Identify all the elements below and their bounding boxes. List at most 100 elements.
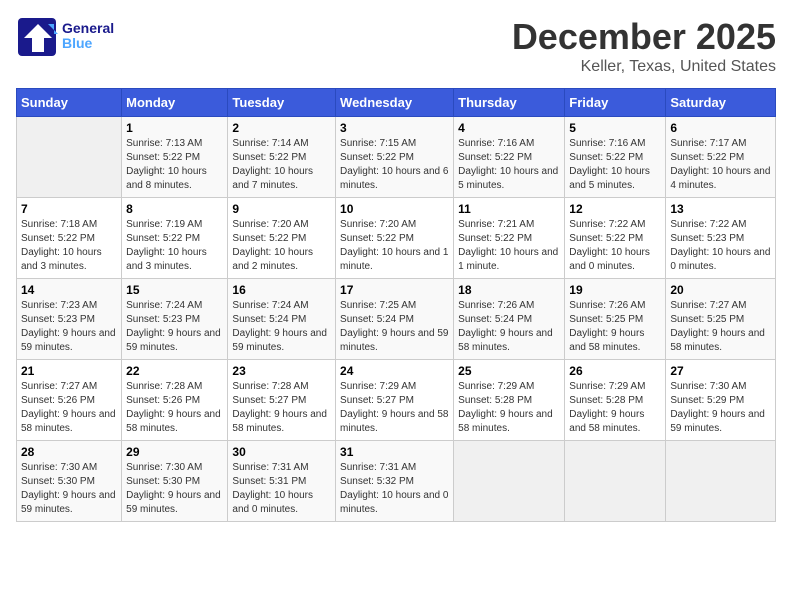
week-row-5: 28 Sunrise: 7:30 AMSunset: 5:30 PMDayligh… [17,441,776,522]
day-number: 10 [340,202,449,216]
day-number: 31 [340,445,449,459]
header-thursday: Thursday [454,89,565,117]
day-cell: 22Sunrise: 7:28 AMSunset: 5:26 PMDayligh… [122,360,228,441]
day-info: Sunrise: 7:19 AMSunset: 5:22 PMDaylight:… [126,218,223,274]
day-info: Sunrise: 7:29 AMSunset: 5:28 PMDaylight:… [458,380,560,436]
day-info: Sunrise: 7:29 AMSunset: 5:28 PMDaylight:… [569,380,661,436]
day-number: 12 [569,202,661,216]
header-friday: Friday [565,89,666,117]
day-cell: 28 Sunrise: 7:30 AMSunset: 5:30 PMDayligh… [17,441,122,522]
day-info: Sunrise: 7:22 AMSunset: 5:22 PMDaylight:… [569,218,661,274]
day-cell: 9 Sunrise: 7:20 AMSunset: 5:22 PMDaylight… [228,198,336,279]
day-cell: 7Sunrise: 7:18 AMSunset: 5:22 PMDaylight… [17,198,122,279]
page-header: General Blue December 2025 Keller, Texas… [16,16,776,76]
day-number: 26 [569,364,661,378]
calendar-table: SundayMondayTuesdayWednesdayThursdayFrid… [16,88,776,522]
day-cell: 19 Sunrise: 7:26 AMSunset: 5:25 PMDayligh… [565,279,666,360]
day-info: Sunrise: 7:29 AMSunset: 5:27 PMDaylight:… [340,380,449,436]
day-cell: 5Sunrise: 7:16 AMSunset: 5:22 PMDaylight… [565,117,666,198]
day-info: Sunrise: 7:26 AMSunset: 5:25 PMDaylight:… [569,299,661,355]
day-info: Sunrise: 7:13 AMSunset: 5:22 PMDaylight:… [126,137,223,193]
day-number: 13 [670,202,771,216]
day-info: Sunrise: 7:30 AMSunset: 5:30 PMDaylight:… [21,461,117,517]
day-cell: 12 Sunrise: 7:22 AMSunset: 5:22 PMDayligh… [565,198,666,279]
day-cell: 17 Sunrise: 7:25 AMSunset: 5:24 PMDayligh… [336,279,454,360]
day-number: 9 [232,202,331,216]
day-info: Sunrise: 7:28 AMSunset: 5:27 PMDaylight:… [232,380,331,436]
day-cell: 25 Sunrise: 7:29 AMSunset: 5:28 PMDayligh… [454,360,565,441]
day-number: 16 [232,283,331,297]
day-cell: 29Sunrise: 7:30 AMSunset: 5:30 PMDayligh… [122,441,228,522]
day-info: Sunrise: 7:27 AMSunset: 5:26 PMDaylight:… [21,380,117,436]
day-info: Sunrise: 7:17 AMSunset: 5:22 PMDaylight:… [670,137,771,193]
header-sunday: Sunday [17,89,122,117]
day-cell [565,441,666,522]
day-number: 18 [458,283,560,297]
day-number: 24 [340,364,449,378]
day-number: 15 [126,283,223,297]
day-info: Sunrise: 7:15 AMSunset: 5:22 PMDaylight:… [340,137,449,193]
day-cell [17,117,122,198]
day-number: 2 [232,121,331,135]
day-cell: 15 Sunrise: 7:24 AMSunset: 5:23 PMDayligh… [122,279,228,360]
day-info: Sunrise: 7:27 AMSunset: 5:25 PMDaylight:… [670,299,771,355]
day-cell: 20Sunrise: 7:27 AMSunset: 5:25 PMDayligh… [666,279,776,360]
day-number: 23 [232,364,331,378]
day-cell [666,441,776,522]
day-cell: 8Sunrise: 7:19 AMSunset: 5:22 PMDaylight… [122,198,228,279]
day-number: 11 [458,202,560,216]
header-monday: Monday [122,89,228,117]
day-number: 17 [340,283,449,297]
subtitle: Keller, Texas, United States [512,58,776,76]
day-cell: 23 Sunrise: 7:28 AMSunset: 5:27 PMDayligh… [228,360,336,441]
day-info: Sunrise: 7:22 AMSunset: 5:23 PMDaylight:… [670,218,771,274]
day-cell: 6 Sunrise: 7:17 AMSunset: 5:22 PMDaylight… [666,117,776,198]
day-number: 27 [670,364,771,378]
day-number: 19 [569,283,661,297]
day-info: Sunrise: 7:23 AMSunset: 5:23 PMDaylight:… [21,299,117,355]
day-info: Sunrise: 7:25 AMSunset: 5:24 PMDaylight:… [340,299,449,355]
day-cell: 10 Sunrise: 7:20 AMSunset: 5:22 PMDayligh… [336,198,454,279]
day-info: Sunrise: 7:26 AMSunset: 5:24 PMDaylight:… [458,299,560,355]
day-cell: 1Sunrise: 7:13 AMSunset: 5:22 PMDaylight… [122,117,228,198]
day-cell: 16 Sunrise: 7:24 AMSunset: 5:24 PMDayligh… [228,279,336,360]
week-row-2: 7Sunrise: 7:18 AMSunset: 5:22 PMDaylight… [17,198,776,279]
week-row-1: 1Sunrise: 7:13 AMSunset: 5:22 PMDaylight… [17,117,776,198]
week-row-3: 14 Sunrise: 7:23 AMSunset: 5:23 PMDayligh… [17,279,776,360]
calendar-header-row: SundayMondayTuesdayWednesdayThursdayFrid… [17,89,776,117]
day-info: Sunrise: 7:14 AMSunset: 5:22 PMDaylight:… [232,137,331,193]
day-info: Sunrise: 7:28 AMSunset: 5:26 PMDaylight:… [126,380,223,436]
day-cell: 3 Sunrise: 7:15 AMSunset: 5:22 PMDaylight… [336,117,454,198]
day-number: 6 [670,121,771,135]
day-cell: 11 Sunrise: 7:21 AMSunset: 5:22 PMDayligh… [454,198,565,279]
day-info: Sunrise: 7:31 AMSunset: 5:32 PMDaylight:… [340,461,449,517]
day-cell: 14 Sunrise: 7:23 AMSunset: 5:23 PMDayligh… [17,279,122,360]
day-cell: 31 Sunrise: 7:31 AMSunset: 5:32 PMDayligh… [336,441,454,522]
day-number: 4 [458,121,560,135]
day-cell [454,441,565,522]
day-info: Sunrise: 7:24 AMSunset: 5:24 PMDaylight:… [232,299,331,355]
day-info: Sunrise: 7:21 AMSunset: 5:22 PMDaylight:… [458,218,560,274]
day-number: 29 [126,445,223,459]
logo-text-blue: Blue [62,36,114,51]
day-cell: 13 Sunrise: 7:22 AMSunset: 5:23 PMDayligh… [666,198,776,279]
day-info: Sunrise: 7:24 AMSunset: 5:23 PMDaylight:… [126,299,223,355]
day-number: 14 [21,283,117,297]
day-number: 28 [21,445,117,459]
day-info: Sunrise: 7:30 AMSunset: 5:29 PMDaylight:… [670,380,771,436]
header-saturday: Saturday [666,89,776,117]
day-cell: 18 Sunrise: 7:26 AMSunset: 5:24 PMDayligh… [454,279,565,360]
day-info: Sunrise: 7:20 AMSunset: 5:22 PMDaylight:… [232,218,331,274]
main-title: December 2025 [512,16,776,58]
day-number: 30 [232,445,331,459]
day-cell: 4Sunrise: 7:16 AMSunset: 5:22 PMDaylight… [454,117,565,198]
day-info: Sunrise: 7:18 AMSunset: 5:22 PMDaylight:… [21,218,117,274]
logo: General Blue [16,16,114,56]
day-cell: 30Sunrise: 7:31 AMSunset: 5:31 PMDayligh… [228,441,336,522]
day-info: Sunrise: 7:20 AMSunset: 5:22 PMDaylight:… [340,218,449,274]
day-number: 25 [458,364,560,378]
day-number: 3 [340,121,449,135]
day-info: Sunrise: 7:16 AMSunset: 5:22 PMDaylight:… [569,137,661,193]
logo-icon [16,16,56,56]
header-tuesday: Tuesday [228,89,336,117]
